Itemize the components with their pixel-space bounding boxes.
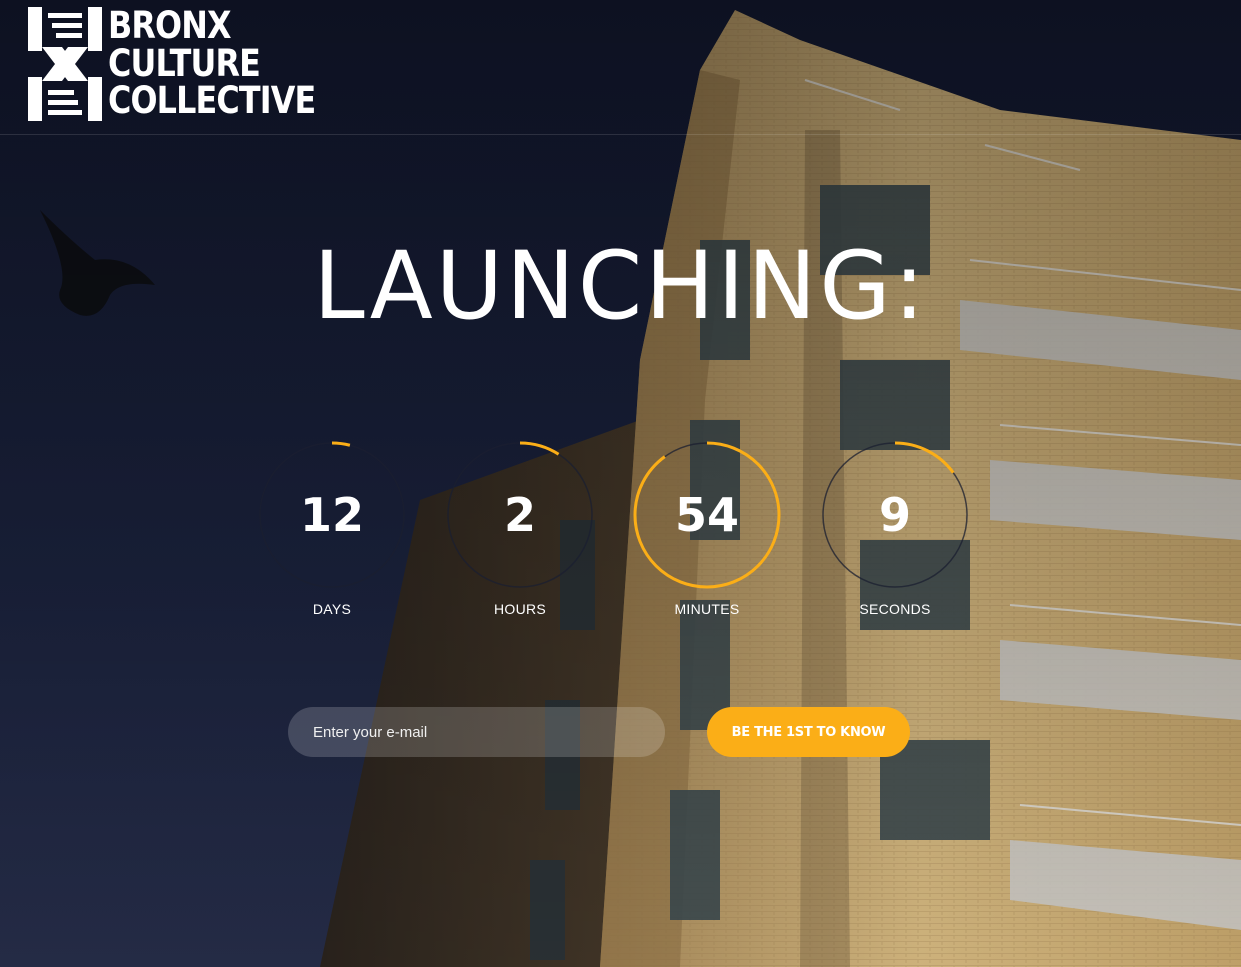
countdown-hours: 2 HOURS — [440, 437, 600, 627]
logo-line-1: BRONX — [108, 4, 232, 47]
countdown-label: MINUTES — [674, 601, 740, 617]
countdown-seconds: 9 SECONDS — [815, 437, 975, 627]
logo-line-3: COLLECTIVE — [108, 79, 316, 122]
site-header: BRONX CULTURE COLLECTIVE — [0, 0, 1241, 135]
countdown-value: 54 — [674, 488, 739, 542]
logo-line-2: CULTURE — [108, 41, 261, 85]
countdown-label: HOURS — [493, 601, 547, 617]
countdown-label: DAYS — [312, 601, 352, 617]
countdown-minutes: 54 MINUTES — [627, 437, 787, 627]
site-logo[interactable]: BRONX CULTURE COLLECTIVE — [28, 7, 338, 123]
logo-mark-icon — [28, 7, 102, 121]
notify-button[interactable]: BE THE 1ST TO KNOW — [707, 707, 910, 757]
page-title: LAUNCHING: — [313, 232, 928, 341]
countdown-days: 12 DAYS — [252, 437, 412, 627]
countdown-value: 2 — [503, 488, 536, 542]
logo-wordmark: BRONX CULTURE COLLECTIVE — [108, 4, 316, 122]
hero-background-image — [0, 0, 1241, 967]
countdown-label: SECONDS — [859, 601, 931, 617]
countdown-value: 9 — [878, 488, 911, 542]
email-input[interactable] — [288, 707, 665, 757]
countdown-value: 12 — [299, 488, 364, 542]
